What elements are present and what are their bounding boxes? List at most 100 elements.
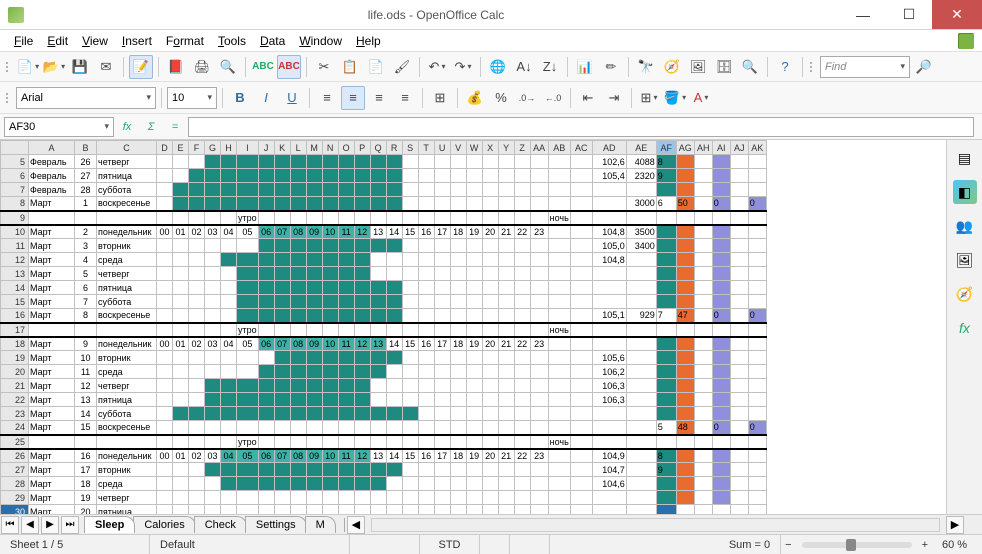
cell-W28[interactable] [466,477,482,491]
cell-R14[interactable] [386,281,402,295]
cell-AC26[interactable] [570,449,592,463]
cell-Y10[interactable]: 21 [498,225,514,239]
cell-AA30[interactable] [530,505,548,515]
cell-J17[interactable] [258,323,274,337]
cell-O6[interactable] [338,169,354,183]
cell-W24[interactable] [466,421,482,435]
cell-AK11[interactable] [748,239,766,253]
cell-AC9[interactable] [570,211,592,225]
cell-N30[interactable] [322,505,338,515]
cell-W17[interactable] [466,323,482,337]
cell-AH15[interactable] [694,295,712,309]
cell-I5[interactable] [237,155,259,169]
cell-N7[interactable] [322,183,338,197]
cell-M12[interactable] [306,253,322,267]
cell-Z30[interactable] [514,505,530,515]
cell-D23[interactable] [157,407,173,421]
cell-AK22[interactable] [748,393,766,407]
cell-AC15[interactable] [570,295,592,309]
cell-AA11[interactable] [530,239,548,253]
cell-O21[interactable] [338,379,354,393]
cell-AD20[interactable]: 106,2 [592,365,626,379]
cell-M27[interactable] [306,463,322,477]
cell-X6[interactable] [482,169,498,183]
cell-U28[interactable] [434,477,450,491]
cell-C17[interactable] [97,323,157,337]
cell-A8[interactable]: Март [29,197,75,211]
cell-AE5[interactable]: 4088 [626,155,656,169]
cell-AI8[interactable]: 0 [712,197,730,211]
cell-Y7[interactable] [498,183,514,197]
cell-A30[interactable]: Март [29,505,75,515]
cell-AJ30[interactable] [730,505,748,515]
align-center-button[interactable]: ≡ [341,86,365,110]
cell-S27[interactable] [402,463,418,477]
cell-E29[interactable] [173,491,189,505]
function-wizard-button[interactable]: fx [116,117,138,137]
cell-T17[interactable] [418,323,434,337]
cell-K20[interactable] [274,365,290,379]
cell-AD11[interactable]: 105,0 [592,239,626,253]
cell-AF5[interactable]: 8 [656,155,676,169]
cell-P22[interactable] [354,393,370,407]
cell-T26[interactable]: 16 [418,449,434,463]
cell-W18[interactable]: 19 [466,337,482,351]
cell-Y12[interactable] [498,253,514,267]
cell-Q27[interactable] [370,463,386,477]
cell-D17[interactable] [157,323,173,337]
cell-Q22[interactable] [370,393,386,407]
cell-C21[interactable]: четверг [97,379,157,393]
cell-E16[interactable] [173,309,189,323]
cell-AC28[interactable] [570,477,592,491]
cell-C11[interactable]: вторник [97,239,157,253]
toolbar-grip-2[interactable] [810,57,816,77]
cell-AF29[interactable] [656,491,676,505]
cell-G5[interactable] [205,155,221,169]
undo-button[interactable]: ↶ [425,55,449,79]
cell-AD22[interactable]: 106,3 [592,393,626,407]
cell-X14[interactable] [482,281,498,295]
cell-T15[interactable] [418,295,434,309]
toolbar-grip[interactable] [6,57,12,77]
cell-L9[interactable] [290,211,306,225]
cell-L24[interactable] [290,421,306,435]
cell-D10[interactable]: 00 [157,225,173,239]
cell-AB27[interactable] [548,463,570,477]
cell-AK12[interactable] [748,253,766,267]
cell-K22[interactable] [274,393,290,407]
cell-H24[interactable] [221,421,237,435]
cell-E13[interactable] [173,267,189,281]
col-header-AC[interactable]: AC [570,141,592,155]
cell-Q19[interactable] [370,351,386,365]
cell-K29[interactable] [274,491,290,505]
cell-K28[interactable] [274,477,290,491]
cell-L27[interactable] [290,463,306,477]
cell-AG6[interactable] [676,169,694,183]
cell-AB19[interactable] [548,351,570,365]
cell-AJ26[interactable] [730,449,748,463]
cell-AF27[interactable]: 9 [656,463,676,477]
cell-B13[interactable]: 5 [75,267,97,281]
cell-W29[interactable] [466,491,482,505]
cell-V17[interactable] [450,323,466,337]
cell-H9[interactable] [221,211,237,225]
cell-AG16[interactable]: 47 [676,309,694,323]
cell-G26[interactable]: 03 [205,449,221,463]
cell-AD24[interactable] [592,421,626,435]
col-header-A[interactable]: A [29,141,75,155]
cell-AG8[interactable]: 50 [676,197,694,211]
delete-decimal-button[interactable]: ←.0 [541,86,565,110]
row-header-15[interactable]: 15 [1,295,29,309]
cell-X28[interactable] [482,477,498,491]
cell-I21[interactable] [237,379,259,393]
cell-E24[interactable] [173,421,189,435]
cell-AG11[interactable] [676,239,694,253]
cell-AH25[interactable] [694,435,712,449]
cell-M5[interactable] [306,155,322,169]
cell-AK7[interactable] [748,183,766,197]
cell-AD19[interactable]: 105,6 [592,351,626,365]
cell-W13[interactable] [466,267,482,281]
cell-T24[interactable] [418,421,434,435]
col-header-O[interactable]: O [338,141,354,155]
cell-T10[interactable]: 16 [418,225,434,239]
